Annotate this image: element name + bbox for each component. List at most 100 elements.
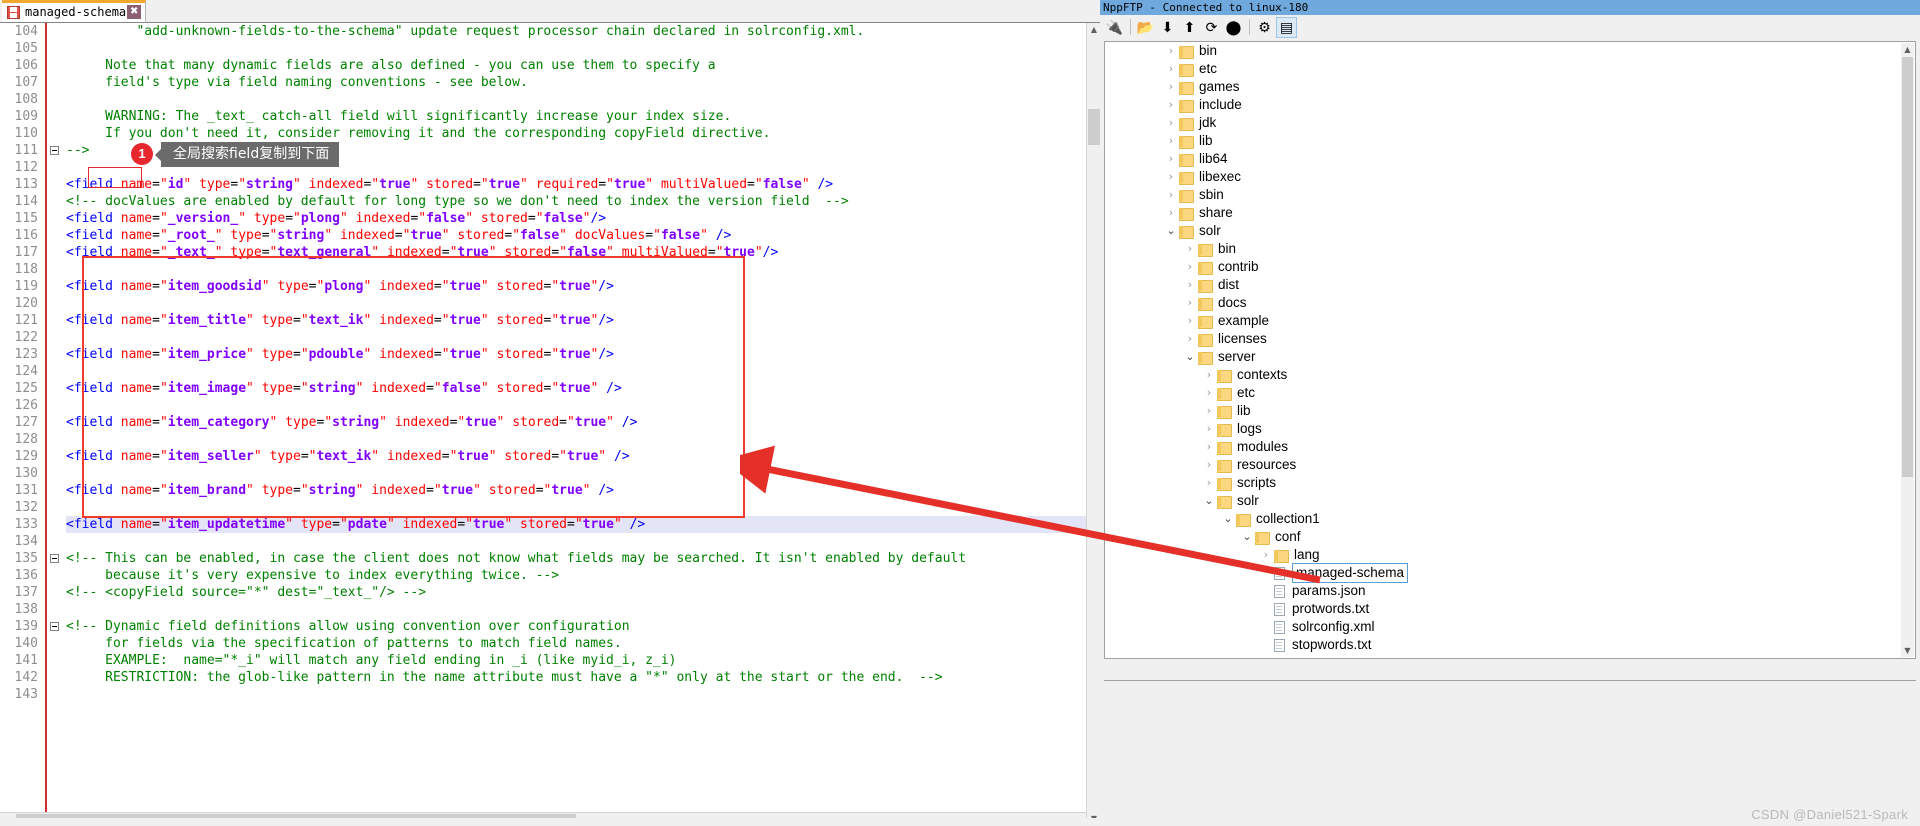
tree-file-row[interactable]: solrconfig.xml bbox=[1105, 618, 1915, 636]
tree-folder-row[interactable]: › docs bbox=[1105, 294, 1915, 312]
code-line[interactable]: because it's very expensive to index eve… bbox=[66, 567, 1086, 584]
tree-file-row[interactable]: managed-schema bbox=[1105, 563, 1915, 583]
chevron-down-icon[interactable]: ⌄ bbox=[1201, 492, 1217, 510]
abort-icon[interactable]: ⬤ bbox=[1223, 17, 1244, 38]
remote-file-tree[interactable]: › bin › etc › games › include › jdk › lib › lib64 › lib… bbox=[1104, 41, 1916, 659]
tree-vertical-scrollbar[interactable]: ▲ ▼ bbox=[1901, 43, 1914, 657]
chevron-down-icon[interactable]: ⌄ bbox=[1239, 528, 1255, 546]
scroll-thumb[interactable] bbox=[1902, 57, 1913, 477]
scroll-down-icon[interactable]: ▼ bbox=[1901, 644, 1914, 657]
code-line[interactable]: RESTRICTION: the glob-like pattern in th… bbox=[66, 669, 1086, 686]
chevron-right-icon[interactable]: › bbox=[1163, 96, 1179, 114]
chevron-down-icon[interactable]: ⌄ bbox=[1220, 510, 1236, 528]
tree-folder-row[interactable]: › share bbox=[1105, 204, 1915, 222]
code-line[interactable] bbox=[66, 40, 1086, 57]
tree-folder-row[interactable]: › jdk bbox=[1105, 114, 1915, 132]
code-line[interactable]: WARNING: The _text_ catch-all field will… bbox=[66, 108, 1086, 125]
tree-folder-row[interactable]: › logs bbox=[1105, 420, 1915, 438]
tree-folder-row[interactable]: › bin bbox=[1105, 42, 1915, 60]
chevron-right-icon[interactable]: › bbox=[1201, 402, 1217, 420]
code-line[interactable]: <!-- <copyField source="*" dest="_text_"… bbox=[66, 584, 1086, 601]
chevron-right-icon[interactable]: › bbox=[1201, 384, 1217, 402]
nppftp-bottom-tabs[interactable] bbox=[1104, 661, 1916, 681]
tree-folder-row[interactable]: › games bbox=[1105, 78, 1915, 96]
code-line[interactable] bbox=[66, 533, 1086, 550]
tree-file-row[interactable]: protwords.txt bbox=[1105, 600, 1915, 618]
fold-margin[interactable] bbox=[47, 23, 65, 826]
code-line[interactable]: <field name="id" type="string" indexed="… bbox=[66, 176, 1086, 193]
chevron-right-icon[interactable]: › bbox=[1258, 546, 1274, 564]
tree-folder-row[interactable]: ⌄ solr bbox=[1105, 492, 1915, 510]
tree-folder-row[interactable]: › lib bbox=[1105, 132, 1915, 150]
chevron-right-icon[interactable]: › bbox=[1163, 132, 1179, 150]
chevron-right-icon[interactable]: › bbox=[1163, 60, 1179, 78]
code-line[interactable]: <field name="_version_" type="plong" ind… bbox=[66, 210, 1086, 227]
chevron-right-icon[interactable]: › bbox=[1182, 258, 1198, 276]
tree-folder-row[interactable]: › libexec bbox=[1105, 168, 1915, 186]
code-line[interactable] bbox=[66, 686, 1086, 703]
tree-folder-row[interactable]: › etc bbox=[1105, 60, 1915, 78]
chevron-right-icon[interactable]: › bbox=[1182, 240, 1198, 258]
tree-folder-row[interactable]: › include bbox=[1105, 96, 1915, 114]
chevron-right-icon[interactable]: › bbox=[1182, 330, 1198, 348]
chevron-right-icon[interactable]: › bbox=[1163, 150, 1179, 168]
code-line[interactable]: EXAMPLE: name="*_i" will match any field… bbox=[66, 652, 1086, 669]
code-line[interactable]: field's type via field naming convention… bbox=[66, 74, 1086, 91]
code-line[interactable]: <field name="item_updatetime" type="pdat… bbox=[66, 516, 1086, 533]
tree-folder-row[interactable]: › dist bbox=[1105, 276, 1915, 294]
code-line[interactable] bbox=[66, 601, 1086, 618]
tree-folder-row[interactable]: › sbin bbox=[1105, 186, 1915, 204]
tree-folder-row[interactable]: › contrib bbox=[1105, 258, 1915, 276]
connect-icon[interactable]: 🔌 bbox=[1104, 17, 1125, 38]
chevron-right-icon[interactable]: › bbox=[1201, 438, 1217, 456]
tree-file-row[interactable]: params.json bbox=[1105, 582, 1915, 600]
chevron-right-icon[interactable]: › bbox=[1163, 42, 1179, 60]
code-line[interactable]: Note that many dynamic fields are also d… bbox=[66, 57, 1086, 74]
tab-managed-schema[interactable]: managed-schema ✖ bbox=[2, 0, 147, 22]
scroll-up-icon[interactable]: ▲ bbox=[1087, 23, 1100, 37]
tree-folder-row[interactable]: ⌄ collection1 bbox=[1105, 510, 1915, 528]
chevron-right-icon[interactable]: › bbox=[1163, 168, 1179, 186]
chevron-right-icon[interactable]: › bbox=[1201, 474, 1217, 492]
code-line[interactable]: <!-- docValues are enabled by default fo… bbox=[66, 193, 1086, 210]
chevron-down-icon[interactable]: ⌄ bbox=[1182, 348, 1198, 366]
tree-folder-row[interactable]: ⌄ server bbox=[1105, 348, 1915, 366]
chevron-right-icon[interactable]: › bbox=[1201, 420, 1217, 438]
fold-toggle[interactable] bbox=[50, 554, 59, 563]
open-folder-icon[interactable]: 📂 bbox=[1135, 17, 1156, 38]
scroll-thumb[interactable] bbox=[1088, 109, 1100, 145]
chevron-right-icon[interactable]: › bbox=[1182, 294, 1198, 312]
scroll-up-icon[interactable]: ▲ bbox=[1901, 43, 1914, 56]
refresh-icon[interactable]: ⟳ bbox=[1201, 17, 1222, 38]
chevron-right-icon[interactable]: › bbox=[1182, 312, 1198, 330]
fold-toggle[interactable] bbox=[50, 622, 59, 631]
tree-folder-row[interactable]: › resources bbox=[1105, 456, 1915, 474]
tree-folder-row[interactable]: › lib64 bbox=[1105, 150, 1915, 168]
code-line[interactable]: If you don't need it, consider removing … bbox=[66, 125, 1086, 142]
tree-folder-row[interactable]: ⌄ conf bbox=[1105, 528, 1915, 546]
code-line[interactable]: <!-- Dynamic field definitions allow usi… bbox=[66, 618, 1086, 635]
chevron-right-icon[interactable]: › bbox=[1201, 366, 1217, 384]
chevron-down-icon[interactable]: ⌄ bbox=[1163, 222, 1179, 240]
chevron-right-icon[interactable]: › bbox=[1163, 204, 1179, 222]
tree-folder-row[interactable]: › etc bbox=[1105, 384, 1915, 402]
fold-toggle[interactable] bbox=[50, 146, 59, 155]
chevron-right-icon[interactable]: › bbox=[1201, 456, 1217, 474]
tree-folder-row[interactable]: › licenses bbox=[1105, 330, 1915, 348]
tree-folder-row[interactable]: › lib bbox=[1105, 402, 1915, 420]
chevron-right-icon[interactable]: › bbox=[1163, 114, 1179, 132]
messages-icon[interactable]: ▤ bbox=[1276, 16, 1297, 38]
chevron-right-icon[interactable]: › bbox=[1163, 186, 1179, 204]
tree-folder-row[interactable]: ⌄ solr bbox=[1105, 222, 1915, 240]
close-icon[interactable]: ✖ bbox=[127, 5, 142, 19]
tree-folder-row[interactable]: › contexts bbox=[1105, 366, 1915, 384]
code-line[interactable]: <field name="_root_" type="string" index… bbox=[66, 227, 1086, 244]
code-line[interactable]: for fields via the specification of patt… bbox=[66, 635, 1086, 652]
tree-folder-row[interactable]: › bin bbox=[1105, 240, 1915, 258]
chevron-right-icon[interactable]: › bbox=[1182, 276, 1198, 294]
code-line[interactable]: <!-- This can be enabled, in case the cl… bbox=[66, 550, 1086, 567]
settings-icon[interactable]: ⚙ bbox=[1254, 17, 1275, 38]
tree-folder-row[interactable]: › example bbox=[1105, 312, 1915, 330]
tree-folder-row[interactable]: › scripts bbox=[1105, 474, 1915, 492]
download-icon[interactable]: ⬇ bbox=[1157, 17, 1178, 38]
